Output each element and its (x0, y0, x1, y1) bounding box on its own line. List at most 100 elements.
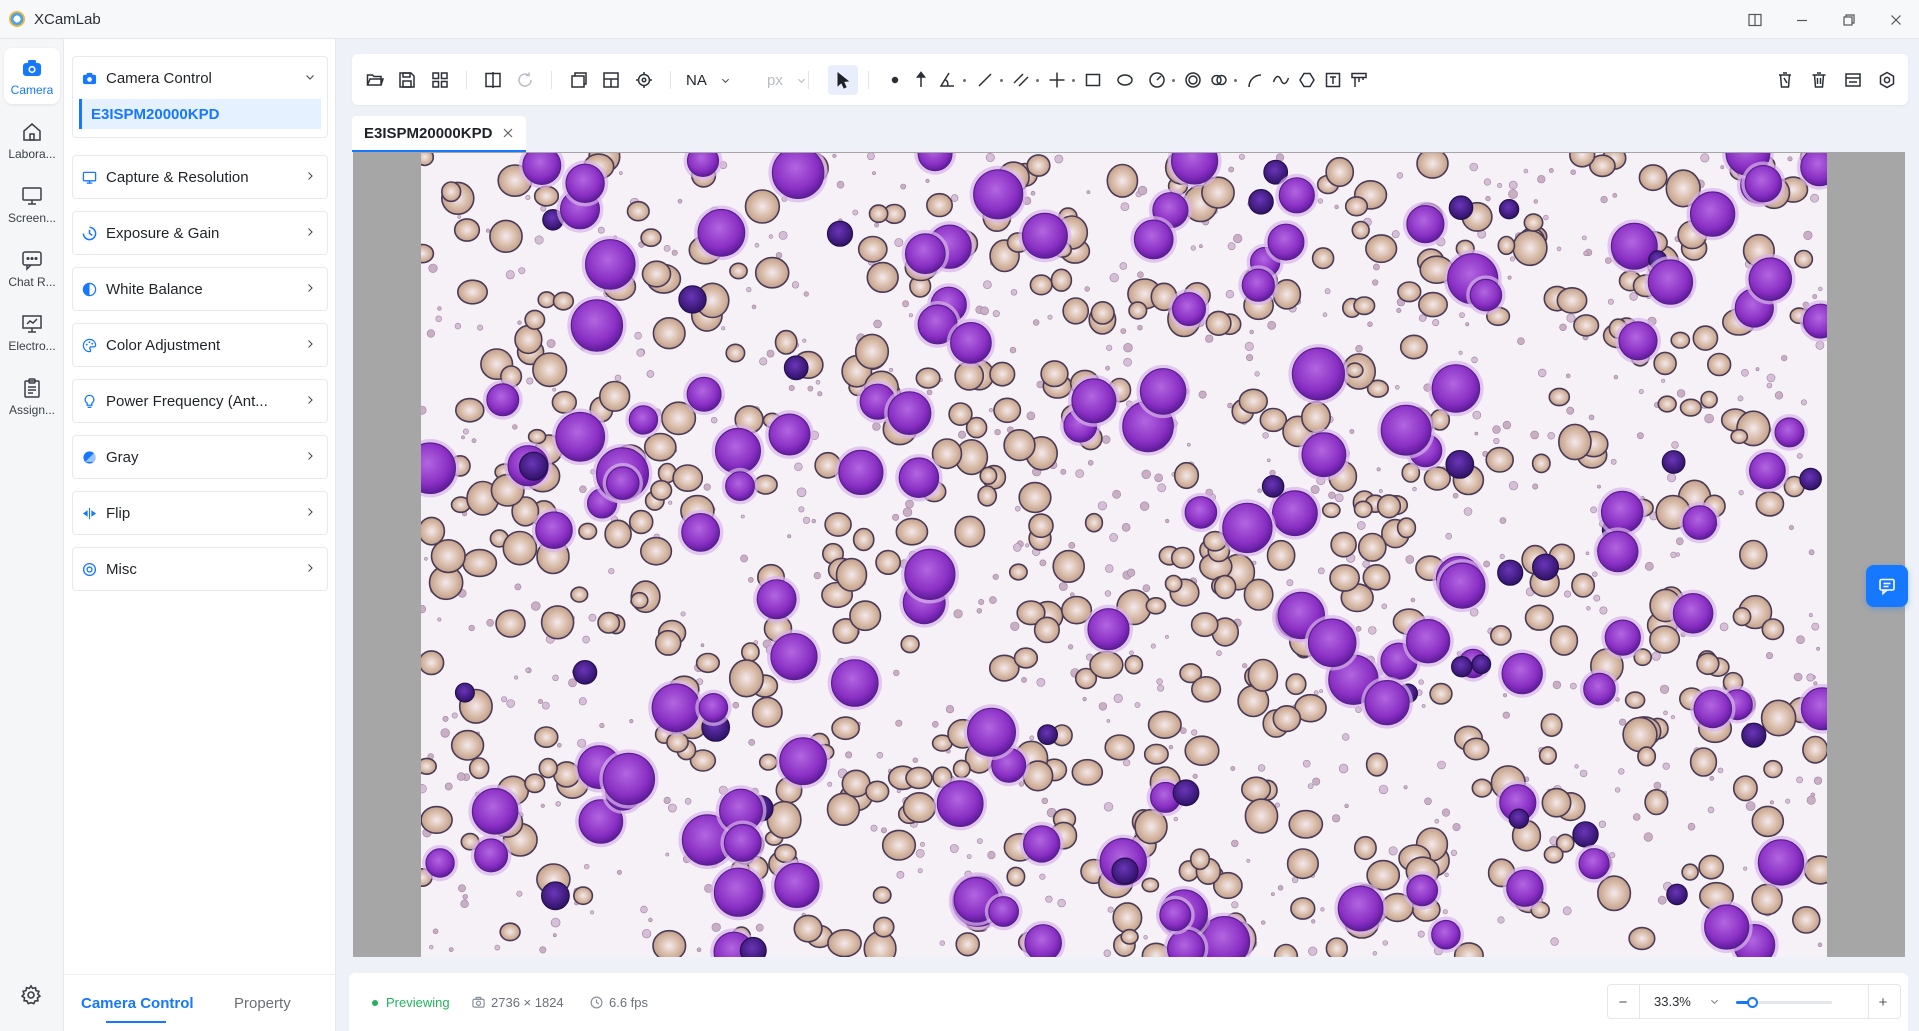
save-button[interactable] (394, 67, 420, 93)
group-header[interactable]: Power Frequency (Ant... (73, 380, 327, 422)
refresh-button[interactable] (512, 67, 538, 93)
image-viewer[interactable] (353, 152, 1905, 957)
restore-button[interactable] (1825, 0, 1872, 39)
unit-select[interactable]: px (767, 67, 806, 93)
device-item[interactable]: E3ISPM20000KPD (79, 99, 321, 129)
polygon-tool-button[interactable] (1294, 67, 1320, 93)
tab-property[interactable]: Property (234, 995, 291, 1012)
zoom-in-button[interactable]: + (1874, 993, 1892, 1011)
camera-control-header[interactable]: Camera Control (73, 57, 327, 99)
group-power-frequency[interactable]: Power Frequency (Ant... (72, 379, 328, 423)
arrow-tool-button[interactable] (908, 67, 934, 93)
layout-button[interactable] (598, 67, 624, 93)
ellipse-tool-button[interactable] (1112, 67, 1138, 93)
open-button[interactable] (362, 67, 388, 93)
zoom-slider-thumb[interactable] (1747, 997, 1759, 1008)
nav-item-camera[interactable]: Camera (4, 48, 60, 104)
red-blood-cell (1190, 612, 1219, 638)
image-tab[interactable]: E3ISPM20000KPD (352, 116, 527, 152)
red-blood-cell (1397, 281, 1422, 303)
line-tool-button[interactable] (972, 67, 998, 93)
panel-toggle-button[interactable] (1840, 67, 1866, 93)
platelet (892, 513, 900, 521)
nav-item-electronic[interactable]: Electro... (4, 304, 60, 360)
toolbar: NA px (352, 54, 1908, 105)
group-header[interactable]: Gray (73, 436, 327, 478)
platelet (1328, 491, 1336, 499)
compare-button[interactable] (480, 67, 506, 93)
nav-item-screen[interactable]: Screen... (4, 176, 60, 232)
point-tool-button[interactable] (882, 67, 908, 93)
platelet (1242, 663, 1248, 669)
group-header[interactable]: Color Adjustment (73, 324, 327, 366)
group-exposure-gain[interactable]: Exposure & Gain (72, 211, 328, 255)
close-tab-icon[interactable] (502, 127, 514, 139)
red-blood-cell (1622, 716, 1658, 753)
grid-view-button[interactable] (427, 67, 453, 93)
snapshot-button[interactable] (566, 67, 592, 93)
group-capture-resolution[interactable]: Capture & Resolution (72, 155, 328, 199)
more-options-dot[interactable] (1000, 79, 1003, 82)
minimize-button[interactable] (1778, 0, 1825, 39)
toolbar-settings-button[interactable] (1874, 67, 1900, 93)
group-header[interactable]: Misc (73, 548, 327, 590)
group-header[interactable]: Flip (73, 492, 327, 534)
cross-tool-button[interactable] (1044, 67, 1070, 93)
more-options-dot[interactable] (1072, 79, 1075, 82)
more-options-dot[interactable] (1036, 79, 1039, 82)
red-blood-cell (1399, 334, 1428, 360)
two-circles-tool-button[interactable] (1206, 67, 1232, 93)
platelet (597, 226, 605, 234)
red-blood-cell (1104, 734, 1135, 761)
group-misc[interactable]: Misc (72, 547, 328, 591)
more-options-dot[interactable] (1172, 79, 1175, 82)
zoom-value[interactable]: 33.3% (1654, 994, 1691, 1009)
circle-tool-button[interactable] (1144, 67, 1170, 93)
nav-item-laboratory[interactable]: Labora... (4, 112, 60, 168)
platelet (1199, 244, 1203, 249)
red-blood-cell (1145, 596, 1167, 615)
platelet (1191, 729, 1198, 736)
red-blood-cell (1538, 746, 1557, 765)
focus-target-button[interactable] (631, 67, 657, 93)
delete-selected-button[interactable] (1772, 67, 1798, 93)
group-flip[interactable]: Flip (72, 491, 328, 535)
nav-item-chat[interactable]: Chat R... (4, 240, 60, 296)
settings-button[interactable] (20, 984, 44, 1008)
magnification-select[interactable]: NA (686, 67, 730, 93)
group-white-balance[interactable]: White Balance (72, 267, 328, 311)
nav-label: Chat R... (8, 274, 56, 289)
zoom-out-button[interactable]: − (1614, 993, 1632, 1011)
platelet (1552, 680, 1562, 690)
group-header[interactable]: Capture & Resolution (73, 156, 327, 198)
parallel-tool-button[interactable] (1008, 67, 1034, 93)
scale-bar-tool-button[interactable] (1346, 67, 1372, 93)
window-controls (1731, 0, 1919, 39)
red-blood-cell (993, 397, 1022, 424)
rectangle-tool-button[interactable] (1080, 67, 1106, 93)
white-blood-cell (565, 163, 605, 203)
annulus-tool-button[interactable] (1180, 67, 1206, 93)
group-header[interactable]: Exposure & Gain (73, 212, 327, 254)
chevron-down-icon[interactable] (1710, 997, 1719, 1006)
select-tool-button[interactable] (828, 65, 858, 95)
chevron-right-icon (308, 452, 313, 460)
toggle-sidebar-button[interactable] (1731, 0, 1778, 39)
more-options-dot[interactable] (963, 79, 966, 82)
nav-item-assignment[interactable]: Assign... (4, 368, 60, 424)
chat-float-button[interactable] (1866, 565, 1908, 607)
delete-all-button[interactable] (1806, 67, 1832, 93)
group-color-adjustment[interactable]: Color Adjustment (72, 323, 328, 367)
zoom-slider[interactable] (1736, 997, 1832, 1008)
angle-tool-button[interactable] (934, 67, 960, 93)
platelet (525, 667, 530, 673)
close-window-button[interactable] (1872, 0, 1919, 39)
specimen-image[interactable] (421, 153, 1827, 957)
arc-tool-button[interactable] (1242, 67, 1268, 93)
group-header[interactable]: White Balance (73, 268, 327, 310)
more-options-dot[interactable] (1234, 79, 1237, 82)
tab-camera-control[interactable]: Camera Control (81, 995, 194, 1012)
curve-tool-button[interactable] (1268, 67, 1294, 93)
text-tool-button[interactable] (1320, 67, 1346, 93)
group-gray[interactable]: Gray (72, 435, 328, 479)
